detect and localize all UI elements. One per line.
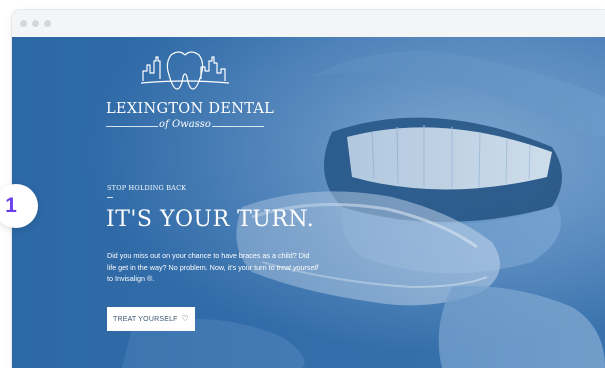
window-dot-icon[interactable]	[32, 20, 39, 27]
hero-overlay	[12, 37, 605, 368]
logo-name: LEXINGTON DENTAL	[106, 101, 275, 117]
logo-divider	[106, 126, 158, 127]
hero-body-emphasis: treat yourself	[276, 262, 319, 272]
window-dot-icon[interactable]	[20, 20, 27, 27]
hero-eyebrow: STOP HOLDING BACK	[107, 184, 187, 192]
browser-titlebar	[12, 10, 605, 37]
hero-body: Did you miss out on your chance to have …	[107, 250, 319, 285]
site-logo[interactable]: LEXINGTON DENTAL of Owasso	[106, 49, 275, 133]
logo-divider	[212, 126, 264, 127]
tooth-skyline-icon	[140, 51, 230, 90]
hero-headline: IT'S YOUR TURN.	[106, 207, 315, 232]
hero-body-text-end: to Invisalign ®.	[107, 274, 155, 283]
hero-section: LEXINGTON DENTAL of Owasso STOP HOLDING …	[12, 37, 605, 368]
treat-yourself-button[interactable]: TREAT YOURSELF ♡	[107, 307, 195, 331]
eyebrow-divider	[107, 197, 113, 198]
window-dot-icon[interactable]	[44, 20, 51, 27]
browser-window: LEXINGTON DENTAL of Owasso STOP HOLDING …	[12, 10, 605, 368]
logo-subtitle-row: of Owasso	[106, 119, 264, 133]
heart-outline-icon: ♡	[181, 314, 190, 323]
cta-label: TREAT YOURSELF	[112, 315, 178, 323]
logo-subtitle: of Owasso	[159, 119, 211, 130]
